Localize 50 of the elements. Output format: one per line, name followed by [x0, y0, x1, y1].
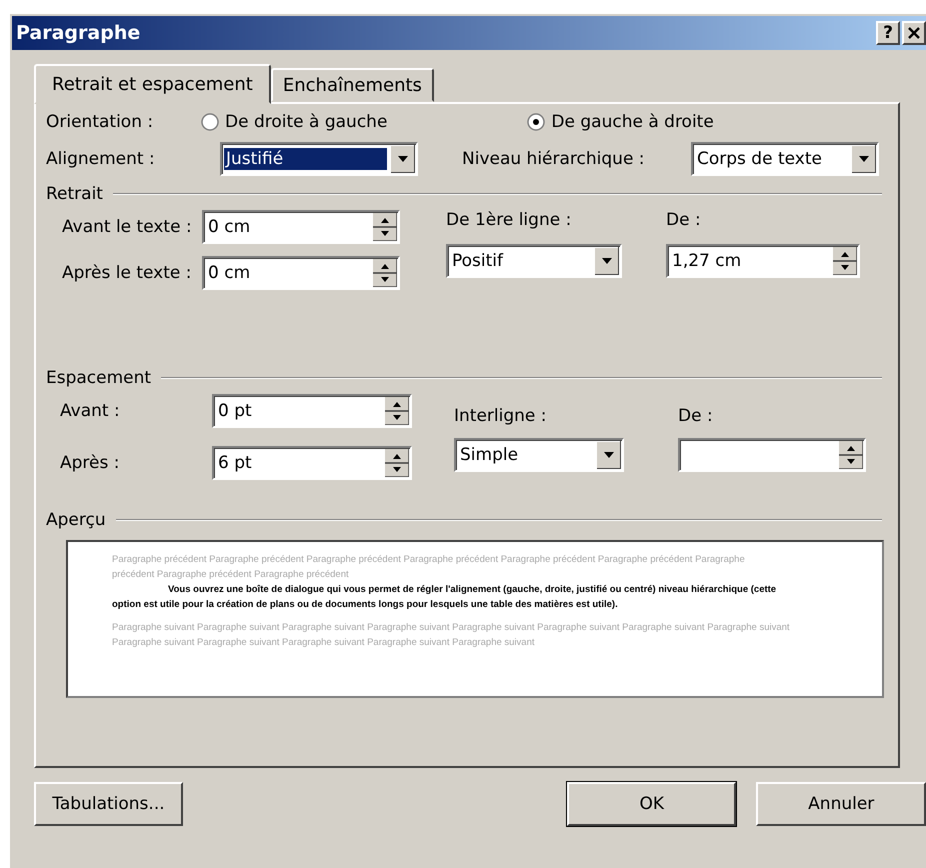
- spin-field[interactable]: [678, 438, 866, 472]
- tab[interactable]: Retrait et espacement: [34, 64, 271, 104]
- preview-text: Vous ouvrez une boîte de dialogue qui vous permet de régler l'alignement (gauche, droite, justifié ou centré) niveau hiérarchique (cette option est utile pour la création de plans ou de documents longs pour lesquels une table des matières est utile).: [112, 583, 778, 612]
- spin-field[interactable]: 0 cm: [202, 256, 400, 290]
- radio-option[interactable]: De gauche à droite: [527, 112, 714, 132]
- dialog-button[interactable]: Tabulations...: [34, 782, 183, 826]
- preview-text: Paragraphe suivant Paragraphe suivant Paragraphe suivant Paragraphe suivant Paragraphe suivant Paragraphe suivant Paragraphe suivant Paragraphe suivant Paragraphe suivant Paragraphe suivant Paragraphe suivant Paragraphe suivant Paragraphe suivant: [112, 621, 791, 650]
- spinner-icon[interactable]: [833, 247, 857, 275]
- field-label: Avant le texte :: [61, 217, 193, 237]
- close-button[interactable]: [902, 21, 926, 45]
- caret-icon[interactable]: [597, 441, 621, 469]
- spin-field[interactable]: 6 pt: [212, 446, 412, 480]
- field-label: Avant :: [59, 401, 121, 421]
- dropdown[interactable]: Positif: [446, 244, 622, 278]
- radio-option[interactable]: De droite à gauche: [201, 112, 388, 132]
- spin-field[interactable]: 0 cm: [202, 210, 400, 244]
- field-label: De :: [678, 406, 714, 426]
- dialog-button[interactable]: OK: [566, 782, 736, 826]
- caret-icon[interactable]: [852, 145, 876, 173]
- spinner-icon[interactable]: [839, 441, 863, 469]
- spin-field[interactable]: 0 pt: [212, 394, 412, 428]
- caret-icon[interactable]: [595, 247, 619, 275]
- spinner-icon[interactable]: [385, 449, 409, 477]
- field-label: Niveau hiérarchique :: [462, 149, 646, 169]
- field-label: Orientation :: [46, 112, 154, 132]
- caret-icon[interactable]: [391, 145, 415, 173]
- field-label: Après le texte :: [61, 263, 192, 283]
- dropdown[interactable]: Justifié: [220, 142, 418, 176]
- field-label: De 1ère ligne :: [446, 210, 572, 230]
- dropdown[interactable]: Simple: [454, 438, 624, 472]
- preview-text: Paragraphe précédent Paragraphe précédent Paragraphe précédent Paragraphe précédent Paragraphe précédent Paragraphe précédent Paragraphe précédent Paragraphe précédent Paragraphe précédent: [112, 553, 746, 582]
- spinner-icon[interactable]: [373, 213, 397, 241]
- spin-field[interactable]: 1,27 cm: [666, 244, 860, 278]
- help-button[interactable]: ?: [876, 21, 900, 45]
- field-label: Alignement :: [46, 149, 156, 169]
- radio-icon[interactable]: [527, 113, 546, 131]
- section-title: Espacement: [46, 368, 152, 388]
- tab[interactable]: Enchaînements: [270, 68, 434, 102]
- field-label: Après :: [59, 453, 120, 473]
- field-label: Interligne :: [454, 406, 548, 426]
- spinner-icon[interactable]: [373, 259, 397, 287]
- dropdown[interactable]: Corps de texte: [691, 142, 879, 176]
- section-title: Aperçu: [46, 510, 106, 530]
- field-label: De :: [666, 210, 702, 230]
- radio-icon[interactable]: [201, 113, 219, 131]
- dialog-button[interactable]: Annuler: [756, 782, 926, 826]
- spinner-icon[interactable]: [385, 397, 409, 425]
- close-icon: [908, 27, 920, 39]
- window-title: Paragraphe: [16, 22, 140, 44]
- section-title: Retrait: [46, 184, 103, 204]
